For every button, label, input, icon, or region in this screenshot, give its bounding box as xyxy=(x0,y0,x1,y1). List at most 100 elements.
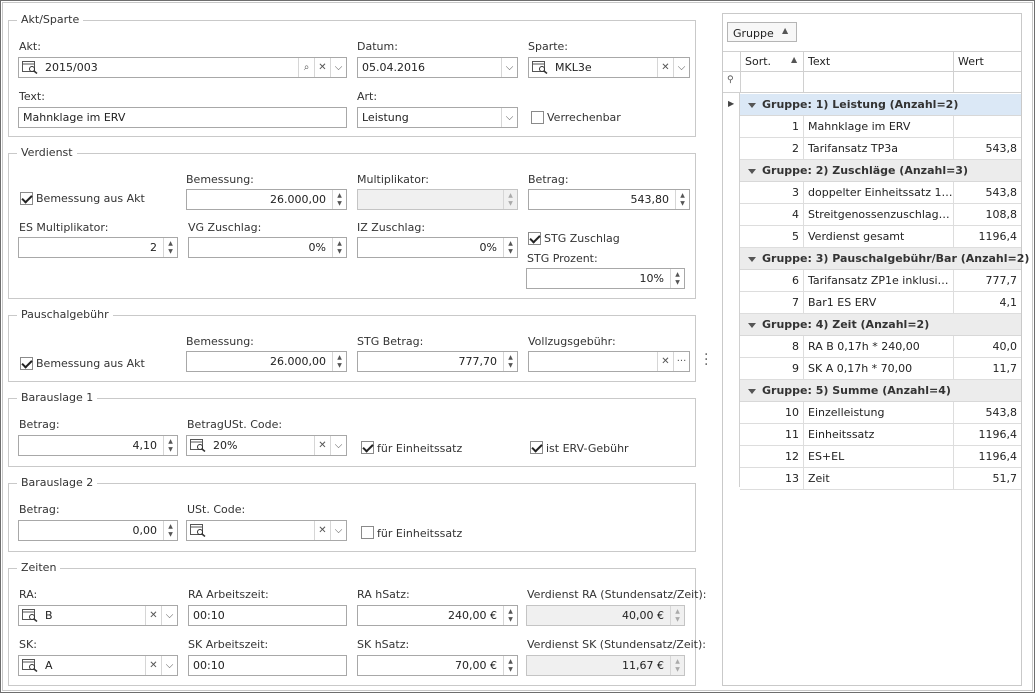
table-row[interactable]: 1 Mahnklage im ERV xyxy=(740,116,1021,138)
table-row[interactable]: 2 Tarifansatz TP3a 543,8 xyxy=(740,138,1021,160)
es-multiplikator-field[interactable]: 2 ▲ ▼ xyxy=(18,237,178,258)
clear-icon[interactable]: ✕ xyxy=(657,58,673,77)
sk-arbeitszeit-field[interactable]: 00:10 xyxy=(188,655,347,676)
spin-buttons[interactable]: ▲ ▼ xyxy=(332,352,346,371)
splitter-handle-icon[interactable]: · · · xyxy=(704,348,708,372)
verdienst-ra-value: 40,00 € xyxy=(622,609,664,622)
cell-sort: 7 xyxy=(740,292,804,313)
cell-wert: 4,1 xyxy=(999,296,1018,309)
column-header-wert[interactable]: Wert xyxy=(954,51,1021,72)
bar1-betrag-field[interactable]: 4,10 ▲ ▼ xyxy=(18,435,178,456)
spin-buttons[interactable]: ▲ ▼ xyxy=(503,656,517,675)
art-select[interactable]: Leistung ⌵ xyxy=(357,107,518,128)
table-row[interactable]: 8 RA B 0,17h * 240,00 40,0 xyxy=(740,336,1021,358)
chevron-down-icon[interactable]: ⌵ xyxy=(501,108,517,127)
chevron-down-icon[interactable]: ⌵ xyxy=(673,58,689,77)
filter-pin-icon: ⚲ xyxy=(727,75,734,85)
sk-field[interactable]: A ✕ ⌵ xyxy=(18,655,178,676)
table-row[interactable]: 5 Verdienst gesamt 1196,4 xyxy=(740,226,1021,248)
cell-wert: 108,8 xyxy=(985,208,1018,221)
spin-buttons[interactable]: ▲ ▼ xyxy=(163,521,177,540)
collapse-triangle-icon[interactable] xyxy=(748,256,756,262)
multiplikator-field: ▲ ▼ xyxy=(357,189,518,210)
ra-arbeitszeit-field[interactable]: 00:10 xyxy=(188,605,347,626)
group-row-header[interactable]: Gruppe: 2) Zuschläge (Anzahl=3) xyxy=(740,160,1021,182)
bar2-betrag-field[interactable]: 0,00 ▲ ▼ xyxy=(18,520,178,541)
clear-icon[interactable]: ✕ xyxy=(314,521,330,540)
datum-field[interactable]: 05.04.2016 ⌵ xyxy=(357,57,518,78)
sparte-field[interactable]: MKL3e ✕ ⌵ xyxy=(528,57,690,78)
group-row-header[interactable]: Gruppe: 3) Pauschalgebühr/Bar (Anzahl=2) xyxy=(740,248,1029,270)
ra-hsatz-field[interactable]: 240,00 € ▲ ▼ xyxy=(357,605,518,626)
chevron-down-icon[interactable]: ⌵ xyxy=(330,58,346,77)
clear-icon[interactable]: ✕ xyxy=(145,656,161,675)
group-row-header[interactable]: Gruppe: 5) Summe (Anzahl=4) xyxy=(740,380,1021,402)
bar1-ust-field[interactable]: 20% ✕ ⌵ xyxy=(186,435,347,456)
table-row[interactable]: 9 SK A 0,17h * 70,00 11,7 xyxy=(740,358,1021,380)
spin-buttons[interactable]: ▲ ▼ xyxy=(503,238,517,257)
stg-betrag-label: STG Betrag: xyxy=(357,335,424,348)
collapse-triangle-icon[interactable] xyxy=(748,168,756,174)
spin-buttons[interactable]: ▲ ▼ xyxy=(332,190,346,209)
bar1-einheitssatz-label: für Einheitssatz xyxy=(377,442,463,455)
iz-zuschlag-field[interactable]: 0% ▲ ▼ xyxy=(357,237,518,258)
table-row[interactable]: 12 ES+EL 1196,4 xyxy=(740,446,1021,468)
stg-prozent-field[interactable]: 10% ▲ ▼ xyxy=(526,268,685,289)
chevron-down-icon[interactable]: ⌵ xyxy=(501,58,517,77)
chevron-down-icon[interactable]: ⌵ xyxy=(330,521,346,540)
table-row[interactable]: 3 doppelter Einheitssatz 100% 543,8 xyxy=(740,182,1021,204)
chevron-down-icon[interactable]: ⌵ xyxy=(161,656,177,675)
table-row[interactable]: 10 Einzelleistung 543,8 xyxy=(740,402,1021,424)
bar1-einheitssatz-checkbox[interactable] xyxy=(361,441,374,454)
chevron-down-icon[interactable]: ⌵ xyxy=(161,606,177,625)
spin-buttons[interactable]: ▲ ▼ xyxy=(163,238,177,257)
group-panel-column-gruppe[interactable]: Gruppe ▲ xyxy=(727,22,797,42)
text-field[interactable]: Mahnklage im ERV xyxy=(18,107,347,128)
pauschal-bemessung-field[interactable]: 26.000,00 ▲ ▼ xyxy=(186,351,347,372)
group-row-header[interactable]: Gruppe: 1) Leistung (Anzahl=2) xyxy=(740,94,1021,116)
bemessung-field[interactable]: 26.000,00 ▲ ▼ xyxy=(186,189,347,210)
table-row[interactable]: 6 Tarifansatz ZP1e inklusive ... 777,7 xyxy=(740,270,1021,292)
column-header-sort[interactable]: Sort. ▲ xyxy=(740,51,804,72)
cell-text: Zeit xyxy=(804,468,954,489)
akt-field[interactable]: 2015/003 ⌕ ✕ ⌵ xyxy=(18,57,347,78)
bar2-ust-field[interactable]: ✕ ⌵ xyxy=(186,520,347,541)
table-row[interactable]: 13 Zeit 51,7 xyxy=(740,468,1021,490)
search-icon[interactable]: ⌕ xyxy=(298,58,314,77)
vollzugsgebuehr-field[interactable]: ✕ ··· xyxy=(528,351,690,372)
ellipsis-icon[interactable]: ··· xyxy=(673,352,689,371)
akt-value: 2015/003 xyxy=(45,61,98,74)
table-row[interactable]: 11 Einheitssatz 1196,4 xyxy=(740,424,1021,446)
spin-buttons[interactable]: ▲ ▼ xyxy=(675,190,689,209)
clear-icon[interactable]: ✕ xyxy=(145,606,161,625)
stg-betrag-field[interactable]: 777,70 ▲ ▼ xyxy=(357,351,518,372)
ra-field[interactable]: B ✕ ⌵ xyxy=(18,605,178,626)
clear-icon[interactable]: ✕ xyxy=(314,436,330,455)
sk-hsatz-field[interactable]: 70,00 € ▲ ▼ xyxy=(357,655,518,676)
bar2-einheitssatz-checkbox[interactable] xyxy=(361,526,374,539)
verrechenbar-checkbox[interactable] xyxy=(531,111,544,124)
spin-buttons[interactable]: ▲ ▼ xyxy=(163,436,177,455)
collapse-triangle-icon[interactable] xyxy=(748,322,756,328)
group-row-header[interactable]: Gruppe: 4) Zeit (Anzahl=2) xyxy=(740,314,1021,336)
vg-zuschlag-field[interactable]: 0% ▲ ▼ xyxy=(188,237,347,258)
filter-cell[interactable] xyxy=(804,72,954,93)
spin-buttons[interactable]: ▲ ▼ xyxy=(332,238,346,257)
table-row[interactable]: 7 Bar1 ES ERV 4,1 xyxy=(740,292,1021,314)
stg-zuschlag-checkbox[interactable] xyxy=(528,232,541,245)
filter-cell[interactable] xyxy=(740,72,804,93)
erv-gebuehr-checkbox[interactable] xyxy=(530,441,543,454)
collapse-triangle-icon[interactable] xyxy=(748,102,756,108)
bemessung-aus-akt-checkbox[interactable] xyxy=(20,192,33,205)
chevron-down-icon[interactable]: ⌵ xyxy=(330,436,346,455)
spin-buttons[interactable]: ▲ ▼ xyxy=(503,606,517,625)
collapse-triangle-icon[interactable] xyxy=(748,388,756,394)
clear-icon[interactable]: ✕ xyxy=(314,58,330,77)
pauschal-bemessung-aus-akt-checkbox[interactable] xyxy=(20,357,33,370)
spin-buttons[interactable]: ▲ ▼ xyxy=(503,352,517,371)
clear-icon[interactable]: ✕ xyxy=(657,352,673,371)
table-row[interactable]: 4 Streitgenossenzuschlag 10% 108,8 xyxy=(740,204,1021,226)
column-header-text[interactable]: Text xyxy=(804,51,954,72)
betrag-field[interactable]: 543,80 ▲ ▼ xyxy=(528,189,690,210)
spin-buttons[interactable]: ▲ ▼ xyxy=(670,269,684,288)
